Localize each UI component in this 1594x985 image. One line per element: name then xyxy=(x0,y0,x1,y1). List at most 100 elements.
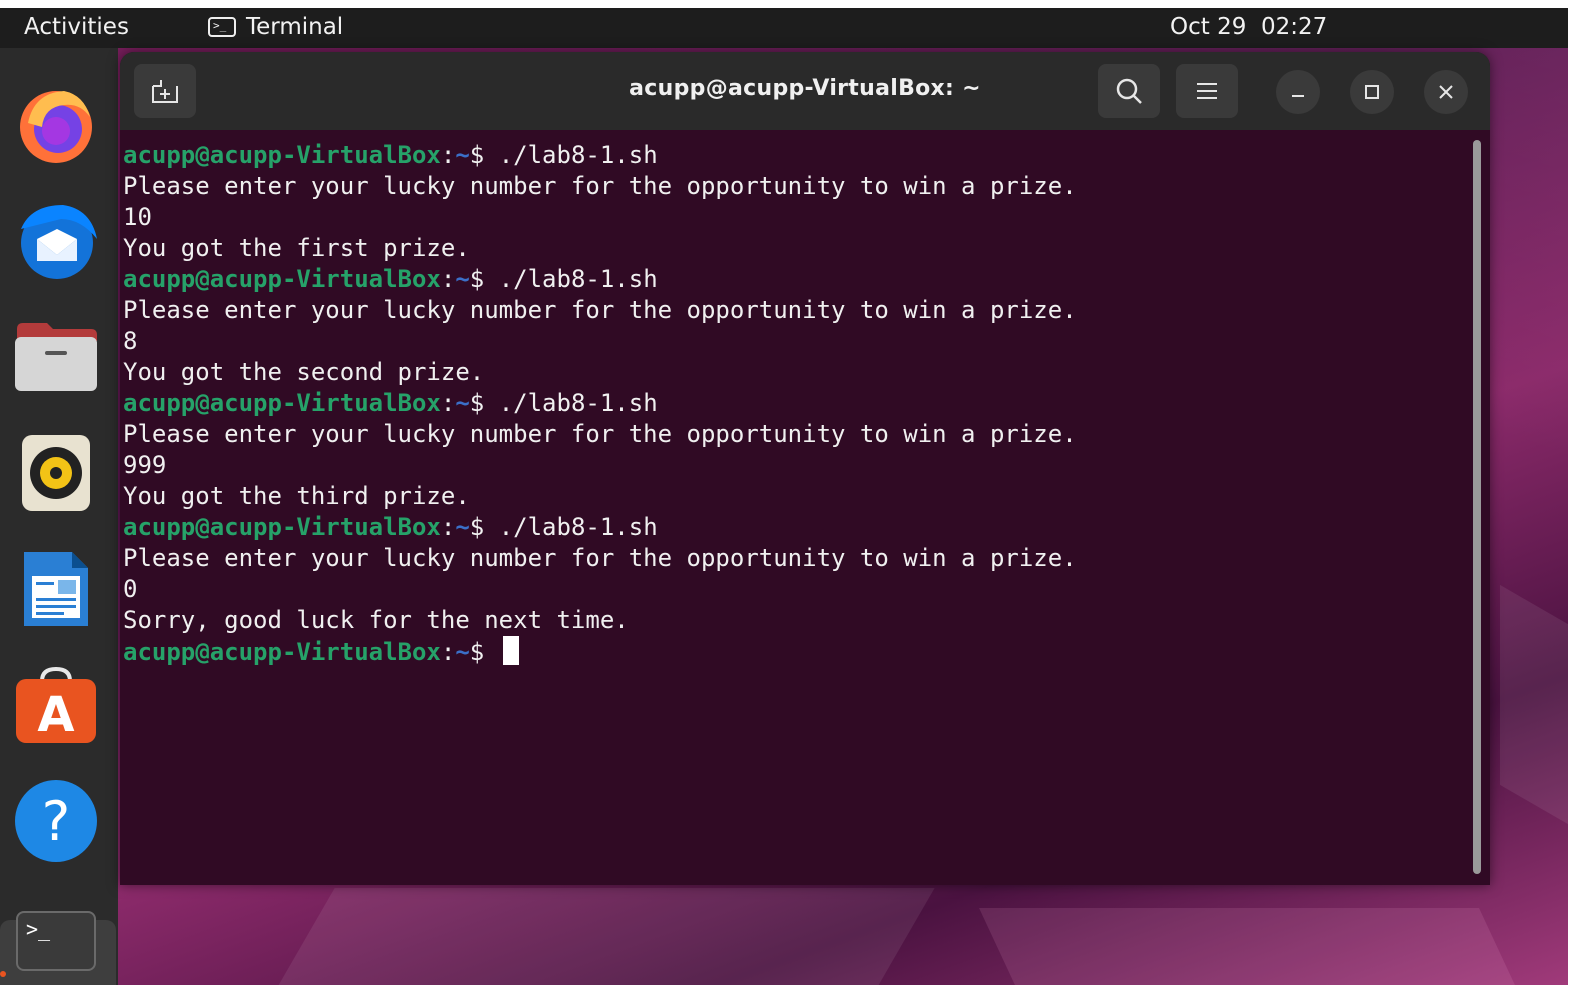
prompt-user-host: acupp@acupp-VirtualBox xyxy=(123,389,441,417)
rhythmbox-icon xyxy=(22,435,90,511)
output-line: Please enter your lucky number for the o… xyxy=(123,171,1463,202)
output-line: Please enter your lucky number for the o… xyxy=(123,543,1463,574)
menu-button[interactable] xyxy=(1176,64,1238,118)
output-line: Please enter your lucky number for the o… xyxy=(123,419,1463,450)
prompt-user-host: acupp@acupp-VirtualBox xyxy=(123,265,441,293)
output-text: Sorry, good luck for the next time. xyxy=(123,606,629,634)
prompt-line: acupp@acupp-VirtualBox:~$ ./lab8-1.sh xyxy=(123,140,1463,171)
terminal-icon: >_ xyxy=(16,911,96,971)
dock: A ? >_ xyxy=(0,48,118,985)
output-text: 10 xyxy=(123,203,152,231)
search-button[interactable] xyxy=(1098,64,1160,118)
minimize-icon xyxy=(1292,95,1304,97)
prompt-path: ~ xyxy=(455,638,470,666)
prompt-line: acupp@acupp-VirtualBox:~$ ./lab8-1.sh xyxy=(123,264,1463,295)
output-text: Please enter your lucky number for the o… xyxy=(123,420,1077,448)
output-text: You got the first prize. xyxy=(123,234,470,262)
prompt-char: $ xyxy=(469,389,485,417)
output-text: Please enter your lucky number for the o… xyxy=(123,172,1077,200)
prompt-char: $ xyxy=(469,638,485,666)
thunderbird-icon xyxy=(21,205,97,279)
output-line: You got the first prize. xyxy=(123,233,1463,264)
output-line: You got the second prize. xyxy=(123,357,1463,388)
hamburger-menu-icon xyxy=(1197,83,1217,99)
dock-item-firefox[interactable] xyxy=(11,80,101,170)
output-text: Please enter your lucky number for the o… xyxy=(123,544,1077,572)
prompt-line: acupp@acupp-VirtualBox:~$ ./lab8-1.sh xyxy=(123,512,1463,543)
command-text: ./lab8-1.sh xyxy=(484,141,658,169)
output-line: Sorry, good luck for the next time. xyxy=(123,605,1463,636)
maximize-button[interactable] xyxy=(1350,70,1394,114)
clock[interactable]: Oct 29 02:27 xyxy=(1170,14,1327,40)
dock-item-files[interactable] xyxy=(11,312,101,402)
terminal-output[interactable]: acupp@acupp-VirtualBox:~$ ./lab8-1.sh Ple… xyxy=(123,140,1463,667)
dock-item-help[interactable]: ? xyxy=(11,776,101,866)
command-text xyxy=(484,638,498,666)
prompt-path: ~ xyxy=(455,141,470,169)
command-text: ./lab8-1.sh xyxy=(484,389,658,417)
output-text: 0 xyxy=(123,575,138,603)
app-center-glyph: A xyxy=(37,687,74,743)
header-bar: acupp@acupp-VirtualBox: ~ xyxy=(120,52,1490,130)
prompt-user-host: acupp@acupp-VirtualBox xyxy=(123,513,441,541)
prompt-colon: : xyxy=(440,389,456,417)
prompt-line: acupp@acupp-VirtualBox:~$ ./lab8-1.sh xyxy=(123,388,1463,419)
prompt-path: ~ xyxy=(455,513,470,541)
help-icon: ? xyxy=(15,780,97,862)
top-bar: Activities >_ Terminal Oct 29 02:27 xyxy=(0,8,1568,48)
writer-icon xyxy=(24,552,88,626)
output-line: 999 xyxy=(123,450,1463,481)
prompt-colon: : xyxy=(440,141,456,169)
files-icon xyxy=(15,323,97,391)
prompt-path: ~ xyxy=(455,389,470,417)
dock-item-writer[interactable] xyxy=(11,544,101,634)
prompt-user-host: acupp@acupp-VirtualBox xyxy=(123,141,441,169)
output-text: 8 xyxy=(123,327,138,355)
prompt-path: ~ xyxy=(455,265,470,293)
close-button[interactable] xyxy=(1424,70,1468,114)
output-text: You got the third prize. xyxy=(123,482,470,510)
help-glyph: ? xyxy=(42,790,71,853)
firefox-icon xyxy=(20,91,92,163)
prompt-char: $ xyxy=(469,141,485,169)
app-name: Terminal xyxy=(246,14,344,40)
output-text: Please enter your lucky number for the o… xyxy=(123,296,1077,324)
output-line: You got the third prize. xyxy=(123,481,1463,512)
activities-button[interactable]: Activities xyxy=(24,14,129,40)
prompt-line: acupp@acupp-VirtualBox:~$ xyxy=(123,636,1463,667)
command-text: ./lab8-1.sh xyxy=(484,513,658,541)
running-indicator xyxy=(0,971,6,977)
prompt-colon: : xyxy=(440,513,456,541)
dock-item-rhythmbox[interactable] xyxy=(11,428,101,518)
wallpaper-shard xyxy=(265,888,935,985)
search-icon xyxy=(1116,78,1142,104)
text-cursor xyxy=(502,636,519,665)
minimize-button[interactable] xyxy=(1276,70,1320,114)
terminal-window: acupp@acupp-VirtualBox: ~ acupp@acupp-Vi… xyxy=(120,52,1490,885)
maximize-icon xyxy=(1365,85,1379,99)
output-text: You got the second prize. xyxy=(123,358,485,386)
close-icon xyxy=(1439,85,1453,99)
dock-item-thunderbird[interactable] xyxy=(11,196,101,286)
wallpaper-shard xyxy=(979,908,1521,985)
output-line: Please enter your lucky number for the o… xyxy=(123,295,1463,326)
prompt-char: $ xyxy=(469,265,485,293)
scrollbar[interactable] xyxy=(1473,140,1481,874)
prompt-colon: : xyxy=(440,638,456,666)
output-line: 8 xyxy=(123,326,1463,357)
terminal-icon-glyph: >_ xyxy=(26,917,51,941)
dock-item-terminal[interactable]: >_ xyxy=(11,896,101,985)
output-line: 0 xyxy=(123,574,1463,605)
command-text: ./lab8-1.sh xyxy=(484,265,658,293)
prompt-user-host: acupp@acupp-VirtualBox xyxy=(123,638,441,666)
prompt-colon: : xyxy=(440,265,456,293)
prompt-char: $ xyxy=(469,513,485,541)
clock-date: Oct 29 xyxy=(1170,14,1247,40)
app-menu[interactable]: >_ Terminal xyxy=(208,14,343,40)
dock-item-app-center[interactable]: A xyxy=(11,660,101,750)
desktop: Activities >_ Terminal Oct 29 02:27 A ? … xyxy=(0,8,1568,985)
wallpaper-shard xyxy=(1500,584,1568,832)
output-text: 999 xyxy=(123,451,167,479)
app-center-icon: A xyxy=(16,666,96,743)
clock-time: 02:27 xyxy=(1260,14,1328,40)
